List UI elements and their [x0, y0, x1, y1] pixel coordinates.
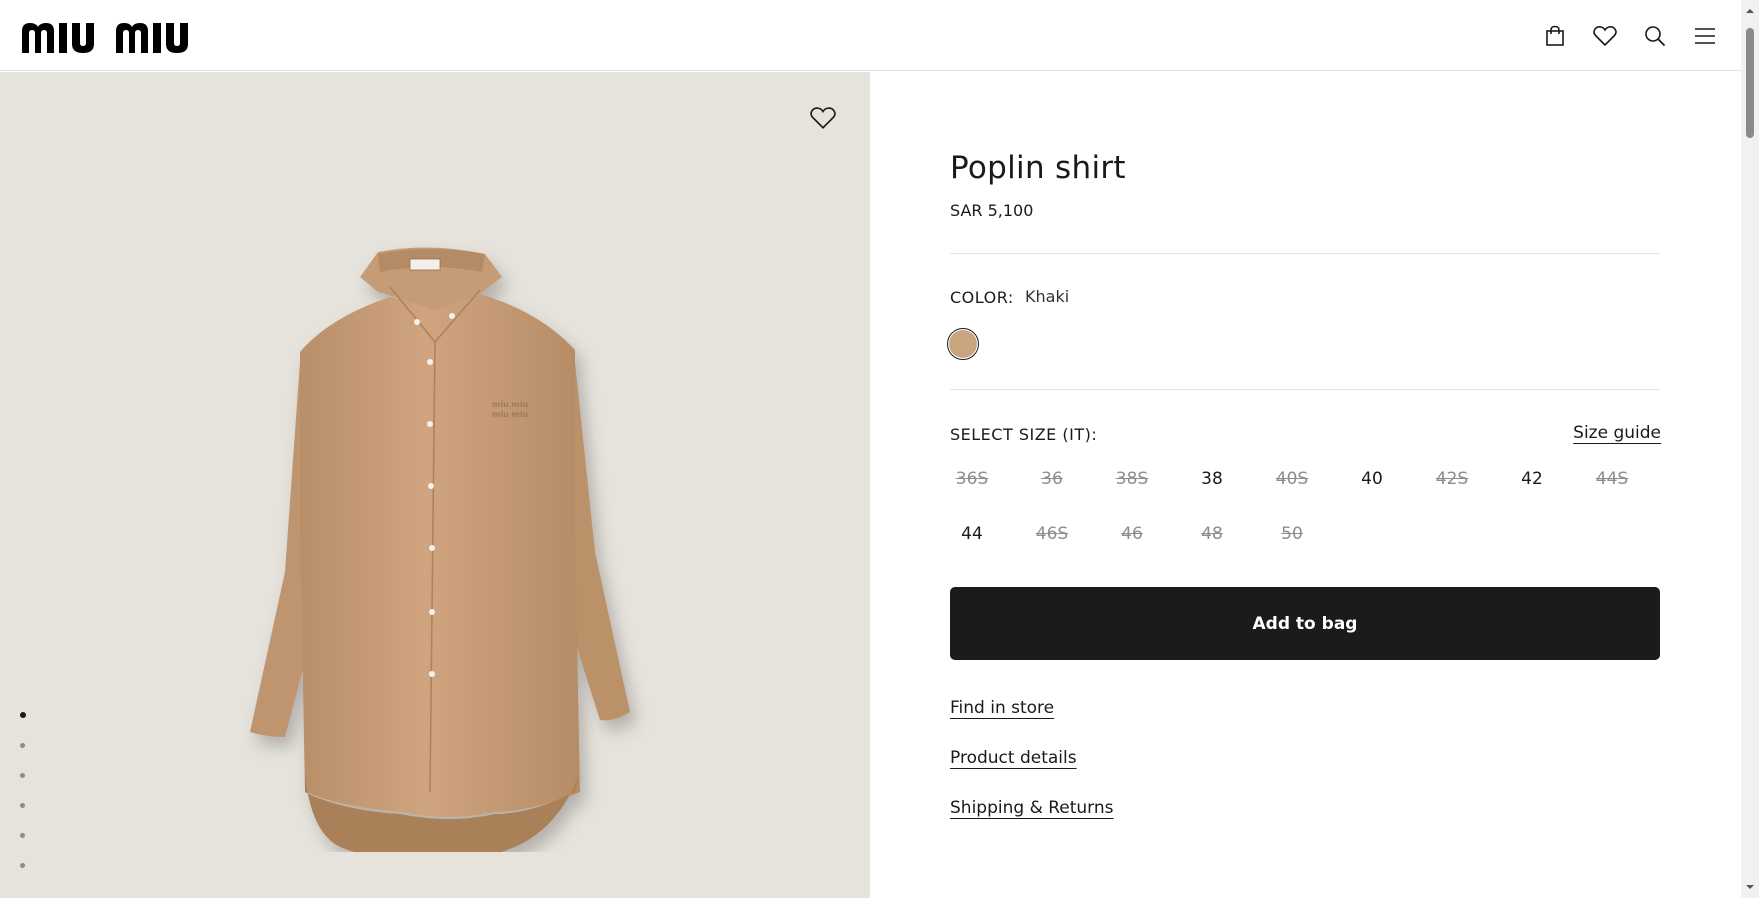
svg-text:miu miu: miu miu: [492, 410, 529, 419]
gallery-dot[interactable]: [20, 773, 25, 778]
divider: [950, 253, 1660, 254]
product-details-link[interactable]: Product details: [950, 748, 1077, 768]
gallery-dot[interactable]: [20, 712, 26, 718]
size-option[interactable]: 40S: [1267, 459, 1317, 499]
site-header: [0, 0, 1741, 71]
color-label: COLOR:: [950, 288, 1014, 307]
size-option[interactable]: 40: [1347, 459, 1397, 499]
svg-text:miu miu: miu miu: [492, 400, 529, 409]
size-option[interactable]: 44S: [1587, 459, 1637, 499]
product-image-gallery[interactable]: miu miu miu miu: [0, 72, 870, 898]
add-to-bag-button[interactable]: Add to bag: [950, 587, 1660, 660]
divider: [950, 389, 1660, 390]
product-image[interactable]: miu miu miu miu: [230, 232, 650, 852]
size-option[interactable]: 38S: [1107, 459, 1157, 499]
gallery-dot[interactable]: [20, 803, 25, 808]
size-option[interactable]: 50: [1267, 514, 1317, 554]
size-option[interactable]: 42S: [1427, 459, 1477, 499]
miu-miu-logo[interactable]: [22, 19, 208, 53]
shopping-bag-icon[interactable]: [1539, 20, 1571, 52]
color-swatch-khaki[interactable]: [947, 328, 979, 360]
gallery-dot[interactable]: [20, 863, 25, 868]
color-swatch-fill: [949, 330, 977, 358]
hamburger-menu-icon[interactable]: [1689, 20, 1721, 52]
shipping-returns-link[interactable]: Shipping & Returns: [950, 798, 1114, 818]
gallery-pagination: [20, 712, 26, 893]
product-price: SAR 5,100: [950, 201, 1034, 220]
size-guide-link[interactable]: Size guide: [1573, 423, 1661, 443]
color-value: Khaki: [1025, 287, 1070, 306]
gallery-dot[interactable]: [20, 833, 25, 838]
size-option[interactable]: 38: [1187, 459, 1237, 499]
product-title: Poplin shirt: [950, 150, 1126, 186]
gallery-dot[interactable]: [20, 743, 25, 748]
size-option[interactable]: 44: [947, 514, 997, 554]
size-label: SELECT SIZE (IT):: [950, 425, 1098, 444]
page-scrollbar[interactable]: [1741, 0, 1759, 898]
heart-icon[interactable]: [1589, 20, 1621, 52]
scroll-up-arrow-icon[interactable]: [1745, 6, 1755, 16]
search-icon[interactable]: [1639, 20, 1671, 52]
size-option[interactable]: 36: [1027, 459, 1077, 499]
size-option[interactable]: 46S: [1027, 514, 1077, 554]
size-option[interactable]: 42: [1507, 459, 1557, 499]
size-option[interactable]: 48: [1187, 514, 1237, 554]
scroll-down-arrow-icon[interactable]: [1745, 882, 1755, 892]
scrollbar-thumb[interactable]: [1746, 28, 1754, 138]
size-option[interactable]: 36S: [947, 459, 997, 499]
find-in-store-link[interactable]: Find in store: [950, 698, 1054, 718]
add-to-wishlist-heart-icon[interactable]: [810, 106, 840, 136]
size-option[interactable]: 46: [1107, 514, 1157, 554]
